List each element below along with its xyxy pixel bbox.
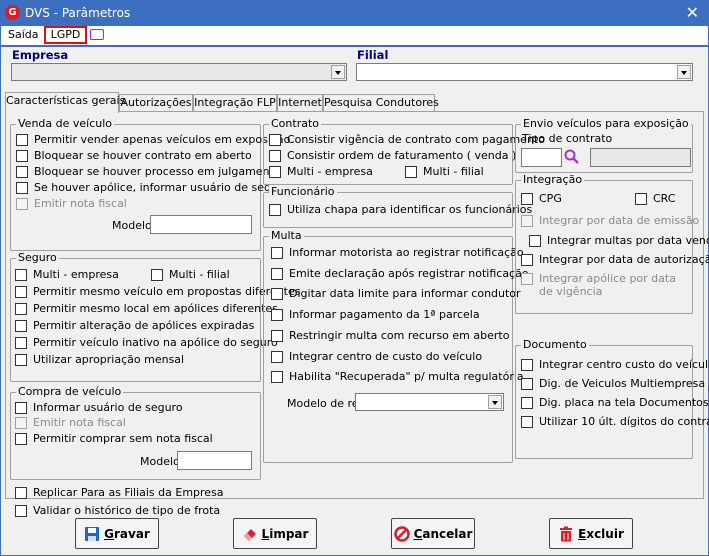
venda-checkbox[interactable]: Bloquear se houver processo em julgament…: [16, 165, 281, 178]
contrato-title: Contrato: [269, 117, 322, 130]
compra-checkbox-disabled: Emitir nota fiscal: [15, 416, 126, 429]
multa-group: Multa Informar motorista ao registrar no…: [263, 229, 529, 463]
documento-title: Documento: [521, 338, 589, 351]
cancelar-button[interactable]: Cancelar: [391, 518, 475, 549]
chevron-down-icon[interactable]: [488, 395, 502, 409]
multa-checkbox[interactable]: Emite declaração após registrar notifica…: [271, 267, 529, 280]
documento-checkbox[interactable]: Dig. placa na tela Documentos: [521, 396, 709, 409]
funcionario-group: Funcionário Utiliza chapa para identific…: [263, 185, 532, 228]
venda-checkbox-disabled: Emitir nota fiscal: [16, 197, 127, 210]
save-icon: [85, 526, 100, 541]
limpar-button[interactable]: Limpar: [233, 518, 317, 549]
multa-checkbox[interactable]: Restringir multa com recurso em aberto: [271, 329, 509, 342]
multa-title: Multa: [269, 229, 304, 242]
filial-select[interactable]: [356, 63, 693, 81]
tipo-contrato-label: Tipo de contrato: [522, 132, 613, 145]
documento-checkbox[interactable]: Dig. de Veiculos Multiempresa: [521, 377, 705, 390]
menu-saida[interactable]: Saída: [8, 28, 39, 41]
integracao-group: Integração CPG CRC Integrar por data de …: [515, 173, 709, 314]
integracao-title: Integração: [521, 173, 585, 186]
integracao-checkbox-disabled: Integrar por data de emissão: [521, 214, 699, 227]
integracao-checkbox[interactable]: Integrar multas por data venc.: [529, 234, 709, 247]
envio-title: Envio veículos para exposição: [521, 117, 691, 130]
seguro-checkbox[interactable]: Permitir mesmo veículo em propostas dife…: [15, 285, 301, 298]
tab-panel: Venda de veículo Permitir vender apenas …: [5, 111, 709, 517]
empresa-label: Empresa: [12, 48, 69, 62]
trash-icon: [560, 526, 573, 541]
tab-caracteristicas-gerais[interactable]: Características gerais: [5, 92, 125, 113]
eraser-icon: [243, 528, 256, 541]
envio-group: Envio veículos para exposição Tipo de co…: [515, 117, 693, 173]
venda-checkbox[interactable]: Permitir vender apenas veículos em expos…: [16, 133, 290, 146]
chat-icon[interactable]: [90, 29, 104, 40]
funcionario-title: Funcionário: [269, 185, 337, 198]
recibo-select[interactable]: [355, 393, 504, 411]
multa-checkbox[interactable]: Informar pagamento da 1ª parcela: [271, 308, 480, 321]
close-icon[interactable]: ✕: [686, 3, 699, 22]
documento-group: Documento Integrar centro custo do veícu…: [515, 338, 709, 459]
multa-checkbox[interactable]: Integrar centro de custo do veículo: [271, 350, 482, 363]
seguro-checkbox[interactable]: Permitir mesmo local em apólices diferen…: [15, 302, 278, 315]
seguro-checkbox[interactable]: Permitir veículo inativo na apólice do s…: [15, 336, 278, 349]
contrato-checkbox[interactable]: Consistir vigência de contrato com pagam…: [269, 133, 545, 146]
contrato-checkbox[interactable]: Consistir ordem de faturamento ( venda ): [269, 149, 516, 162]
search-icon[interactable]: [564, 149, 580, 165]
contrato-multi-empresa[interactable]: Multi - empresa: [269, 165, 373, 178]
gravar-button[interactable]: Gravar: [75, 518, 159, 549]
seguro-multi-filial[interactable]: Multi - filial: [151, 268, 230, 281]
tab-internet[interactable]: Internet: [277, 94, 323, 112]
venda-title: Venda de veículo: [16, 117, 115, 130]
validar-historico-checkbox[interactable]: Validar o histórico de tipo de frota: [15, 504, 220, 517]
funcionario-checkbox[interactable]: Utiliza chapa para identificar os funcio…: [269, 203, 532, 216]
replicar-filiais-checkbox[interactable]: Replicar Para as Filiais da Empresa: [15, 486, 224, 499]
venda-modelo-input[interactable]: [150, 215, 252, 234]
seguro-multi-empresa[interactable]: Multi - empresa: [15, 268, 119, 281]
venda-group: Venda de veículo Permitir vender apenas …: [10, 117, 290, 251]
compra-modelo-label: Modelo: [140, 455, 180, 468]
multa-checkbox[interactable]: Habilita "Recuperada" p/ multa regulatór…: [271, 370, 524, 383]
documento-checkbox[interactable]: Integrar centro custo do veículo: [521, 358, 709, 371]
documento-checkbox[interactable]: Utilizar 10 últ. dígitos do contrato: [521, 415, 709, 428]
filial-label: Filial: [357, 48, 389, 62]
title-bar: G DVS - Parâmetros ✕: [0, 0, 709, 26]
empresa-select[interactable]: [11, 63, 347, 81]
seguro-group: Seguro Multi - empresa Multi - filial Pe…: [10, 251, 301, 382]
cancel-icon: [393, 525, 410, 542]
chevron-down-icon[interactable]: [677, 65, 691, 79]
multa-checkbox[interactable]: Informar motorista ao registrar notifica…: [271, 246, 524, 259]
compra-checkbox[interactable]: Permitir comprar sem nota fiscal: [15, 432, 213, 445]
tab-integracao-flp[interactable]: Integração FLP: [193, 94, 277, 112]
seguro-title: Seguro: [16, 251, 59, 264]
app-logo-icon: G: [5, 5, 20, 20]
compra-title: Compra de veículo: [16, 385, 124, 398]
tipo-contrato-input[interactable]: [521, 148, 562, 167]
compra-modelo-input[interactable]: [177, 451, 252, 470]
tipo-contrato-desc: [590, 148, 691, 167]
integracao-checkbox-disabled: Integrar apólice por data de vigência: [521, 272, 691, 298]
tab-pesquisa-condutores[interactable]: Pesquisa Condutores: [323, 94, 439, 112]
venda-checkbox[interactable]: Bloquear se houver contrato em aberto: [16, 149, 252, 162]
chevron-down-icon[interactable]: [331, 65, 345, 79]
seguro-checkbox[interactable]: Utilizar apropriação mensal: [15, 353, 184, 366]
contrato-multi-filial[interactable]: Multi - filial: [405, 165, 484, 178]
venda-modelo-label: Modelo: [112, 219, 152, 232]
multa-checkbox[interactable]: Digitar data limite para informar condut…: [271, 287, 521, 300]
venda-checkbox[interactable]: Se houver apólice, informar usuário de s…: [16, 181, 289, 194]
contrato-group: Contrato Consistir vigência de contrato …: [263, 117, 545, 185]
excluir-button[interactable]: Excluir: [549, 518, 633, 549]
compra-checkbox[interactable]: Informar usuário de seguro: [15, 401, 183, 414]
integracao-checkbox[interactable]: Integrar por data de autorização: [521, 253, 709, 266]
tab-autorizacoes[interactable]: Autorizações: [119, 94, 193, 112]
seguro-checkbox[interactable]: Permitir alteração de apólices expiradas: [15, 319, 254, 332]
integracao-crc[interactable]: CRC: [635, 192, 675, 205]
integracao-cpg[interactable]: CPG: [521, 192, 562, 205]
menu-lgpd[interactable]: LGPD: [44, 26, 87, 44]
main-window: Saída LGPD Empresa Filial Característica…: [0, 26, 709, 556]
window-title: DVS - Parâmetros: [25, 6, 131, 20]
menu-bar: Saída LGPD: [1, 26, 708, 45]
compra-group: Compra de veículo Informar usuário de se…: [10, 385, 261, 480]
menu-divider: [1, 45, 708, 47]
